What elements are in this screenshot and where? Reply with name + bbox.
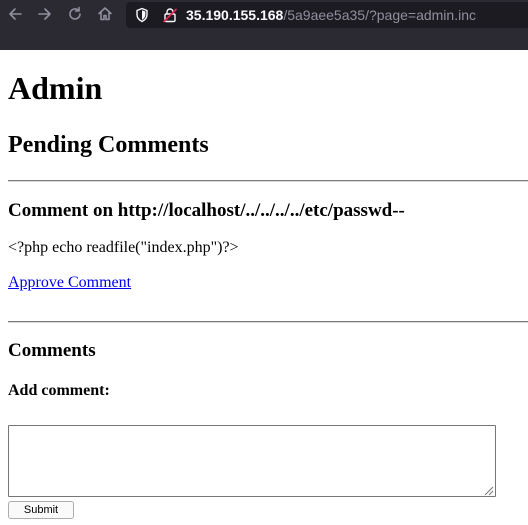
bookmarks-strip	[0, 28, 528, 50]
comment-textarea[interactable]	[8, 425, 496, 497]
home-icon[interactable]	[92, 2, 118, 26]
pending-comment-body: <?php echo readfile("index.php")?>	[8, 239, 239, 256]
pending-comment-heading: Comment on http://localhost/../../../../…	[8, 200, 405, 221]
url-path: /5a9aee5a35/?page=admin.inc	[283, 7, 476, 23]
reload-icon[interactable]	[62, 2, 88, 26]
resize-grip-icon[interactable]	[482, 483, 494, 496]
pending-comments-heading: Pending Comments	[8, 132, 209, 158]
address-bar[interactable]: 35.190.155.168/5a9aee5a35/?page=admin.in…	[126, 2, 528, 28]
insecure-lock-icon[interactable]	[162, 7, 178, 23]
add-comment-label: Add comment:	[8, 382, 110, 399]
browser-chrome: 35.190.155.168/5a9aee5a35/?page=admin.in…	[0, 0, 528, 50]
back-icon[interactable]	[2, 2, 28, 26]
submit-button[interactable]: Submit	[8, 501, 74, 519]
comments-heading: Comments	[8, 340, 96, 361]
page-title: Admin	[8, 70, 103, 106]
url-host: 35.190.155.168	[186, 7, 284, 23]
divider	[8, 321, 528, 323]
browser-toolbar: 35.190.155.168/5a9aee5a35/?page=admin.in…	[0, 0, 528, 28]
forward-icon[interactable]	[32, 2, 58, 26]
shield-icon[interactable]	[134, 7, 150, 23]
url-text[interactable]: 35.190.155.168/5a9aee5a35/?page=admin.in…	[186, 6, 476, 24]
approve-comment-link[interactable]: Approve Comment	[8, 274, 131, 291]
divider	[8, 180, 528, 182]
